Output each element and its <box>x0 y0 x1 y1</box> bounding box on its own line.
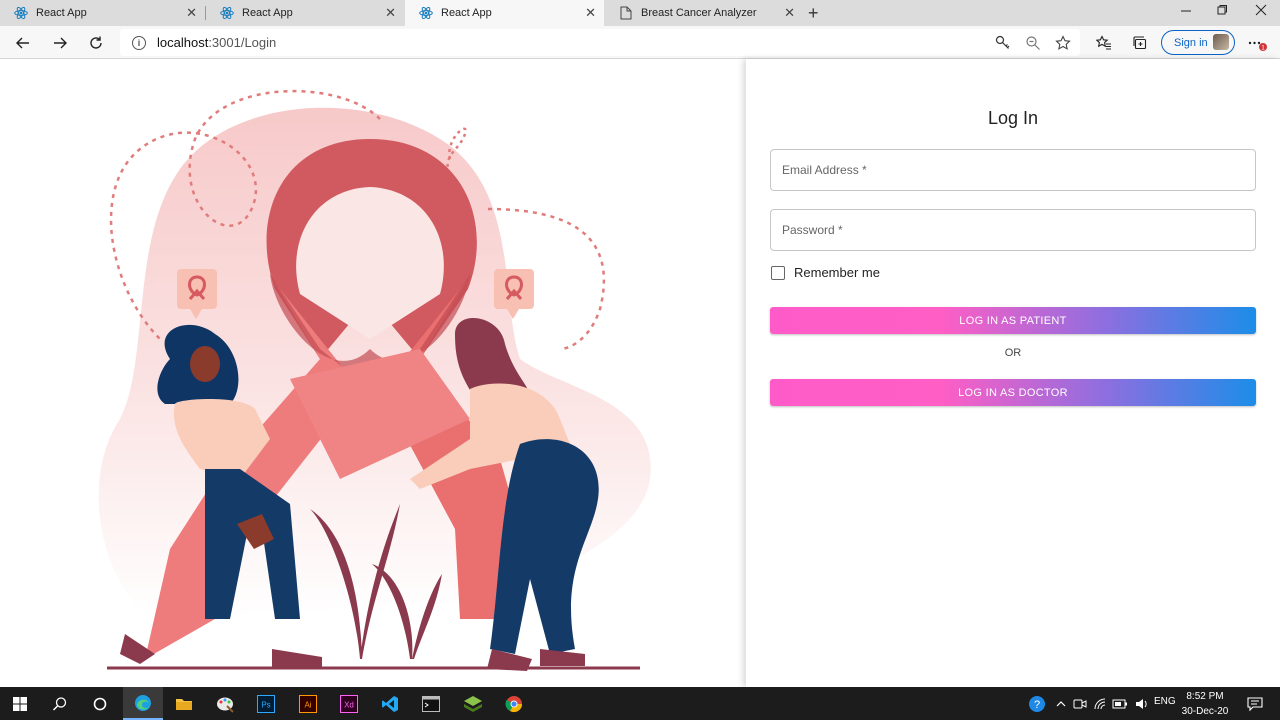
login-panel: Log In Remember me LOG IN AS PATIENT OR … <box>746 59 1280 687</box>
volume-icon[interactable] <box>1130 692 1154 716</box>
login-as-patient-button[interactable]: LOG IN AS PATIENT <box>770 307 1256 334</box>
restore-icon[interactable] <box>1216 4 1228 19</box>
paint-icon[interactable] <box>213 692 237 716</box>
favorite-star-icon[interactable] <box>1053 33 1073 53</box>
browser-tab-active[interactable]: React App ✕ <box>405 0 604 26</box>
minimize-icon[interactable] <box>1180 4 1192 19</box>
woman-left-face <box>190 346 220 382</box>
site-info-icon[interactable]: i <box>132 35 146 50</box>
email-input[interactable] <box>771 150 1255 190</box>
close-window-icon[interactable] <box>1255 4 1267 19</box>
close-tab-icon[interactable]: ✕ <box>784 6 795 20</box>
browser-toolbar: i localhost:3001/Login Sign in 1 <box>0 26 1280 59</box>
clock-date: 30-Dec-20 <box>1181 706 1229 717</box>
tab-label: React App <box>441 7 492 19</box>
remember-me-checkbox[interactable] <box>771 265 785 280</box>
forward-icon[interactable] <box>49 32 71 54</box>
battery-icon[interactable] <box>1108 692 1132 716</box>
react-icon <box>14 6 28 20</box>
notifications-icon[interactable] <box>1243 692 1267 716</box>
login-as-doctor-button[interactable]: LOG IN AS DOCTOR <box>770 379 1256 406</box>
address-bar[interactable]: i localhost:3001/Login <box>120 29 1080 56</box>
xd-icon[interactable]: Xd <box>337 692 361 716</box>
breast-cancer-awareness-illustration <box>98 89 651 671</box>
language-indicator[interactable]: ENG <box>1154 696 1176 707</box>
react-icon <box>220 6 234 20</box>
search-icon[interactable] <box>48 692 72 716</box>
password-field[interactable] <box>770 209 1256 251</box>
close-tab-icon[interactable]: ✕ <box>585 6 596 20</box>
or-divider-text: OR <box>1004 347 1022 359</box>
browser-tab[interactable]: React App ✕ <box>0 0 205 26</box>
taskbar-clock[interactable]: 8:52 PM 30-Dec-20 <box>1180 689 1230 719</box>
chrome-icon[interactable] <box>502 692 526 716</box>
tab-label: React App <box>36 7 87 19</box>
more-options-icon[interactable]: 1 <box>1247 33 1267 53</box>
remember-me-label: Remember me <box>794 265 880 280</box>
svg-text:Xd: Xd <box>344 701 354 710</box>
favorites-icon[interactable] <box>1094 33 1114 53</box>
terminal-icon[interactable] <box>419 692 443 716</box>
browser-tab-strip: React App ✕ React App ✕ React App ✕ Brea… <box>0 0 1280 26</box>
illustrator-icon[interactable]: Ai <box>296 692 320 716</box>
help-icon[interactable]: ? <box>1025 692 1049 716</box>
file-explorer-icon[interactable] <box>172 692 196 716</box>
sign-in-label: Sign in <box>1174 36 1208 49</box>
browser-tab[interactable]: React App ✕ <box>206 0 404 26</box>
key-icon[interactable] <box>993 33 1013 53</box>
svg-text:?: ? <box>1034 699 1040 711</box>
notification-badge: 1 <box>1261 45 1265 52</box>
close-tab-icon[interactable]: ✕ <box>186 6 197 20</box>
new-tab-icon[interactable]: + <box>808 3 819 24</box>
page-icon <box>619 6 633 20</box>
password-input[interactable] <box>771 210 1255 250</box>
url-host: localhost <box>157 35 209 50</box>
remember-me-row[interactable]: Remember me <box>771 265 880 280</box>
photoshop-icon[interactable]: Ps <box>254 692 278 716</box>
profile-avatar <box>1213 34 1229 50</box>
refresh-icon[interactable] <box>85 32 107 54</box>
windows-taskbar: Ps Ai Xd ? ENG 8:52 PM 30-Dec-20 <box>0 687 1280 720</box>
collections-icon[interactable] <box>1130 33 1150 53</box>
url-path: :3001/Login <box>208 35 277 50</box>
back-icon[interactable] <box>12 32 34 54</box>
page-content: Log In Remember me LOG IN AS PATIENT OR … <box>0 59 1280 687</box>
page-title: Log In <box>987 108 1039 128</box>
close-tab-icon[interactable]: ✕ <box>385 6 396 20</box>
clock-time: 8:52 PM <box>1186 691 1224 702</box>
tab-label: React App <box>242 7 293 19</box>
edge-taskbar-icon[interactable] <box>123 687 163 720</box>
svg-text:Ps: Ps <box>261 701 270 710</box>
zoom-out-icon[interactable] <box>1023 33 1043 53</box>
app-layers-icon[interactable] <box>461 692 485 716</box>
windows-start-icon[interactable] <box>8 692 32 716</box>
email-field[interactable] <box>770 149 1256 191</box>
tab-label: Breast Cancer Analyzer <box>641 7 757 19</box>
browser-tab[interactable]: Breast Cancer Analyzer ✕ <box>605 0 803 26</box>
react-icon <box>419 6 433 20</box>
svg-text:Ai: Ai <box>304 701 311 710</box>
vscode-icon[interactable] <box>378 692 402 716</box>
sign-in-button[interactable]: Sign in <box>1161 30 1235 55</box>
illustration-pane <box>0 59 746 687</box>
cortana-icon[interactable] <box>88 692 112 716</box>
